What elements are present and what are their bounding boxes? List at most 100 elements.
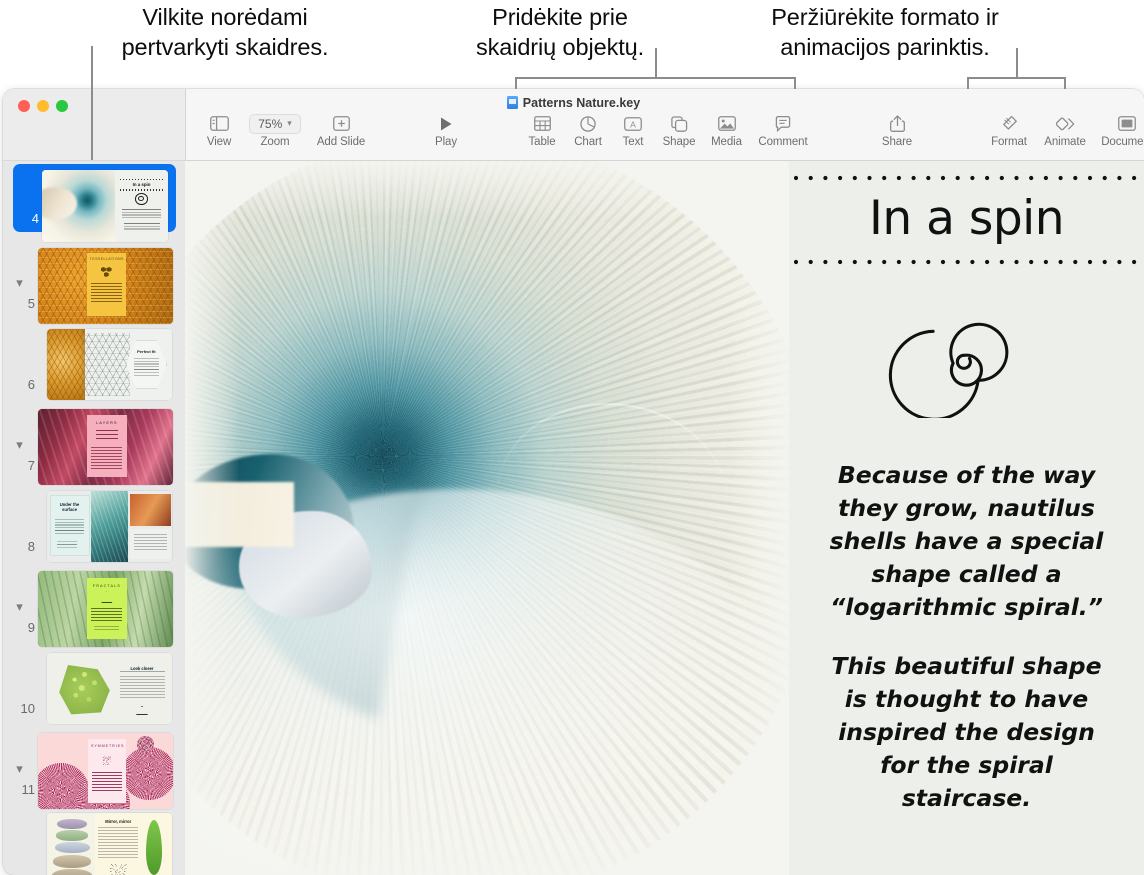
slide-number: 5 — [27, 296, 35, 311]
callout-bracket-right-2 — [794, 77, 796, 89]
callout-bracket-right-3 — [1064, 77, 1066, 89]
toolbar-zoom-control[interactable]: 75% ▾ Zoom — [245, 111, 305, 148]
slide-number: 8 — [27, 539, 35, 554]
callout-text-format-animate: Peržiūrėkite formato ir animacijos parin… — [771, 4, 999, 60]
slide-number: 9 — [27, 620, 35, 635]
group-disclosure-chevron-icon[interactable]: ▾ — [12, 275, 27, 290]
zoom-value: 75% — [258, 116, 283, 131]
shapes-icon — [670, 114, 688, 133]
navigator-slide-5[interactable]: ▾ 5 TESSELLATIONS — [3, 243, 185, 324]
comment-bubble-icon — [775, 114, 791, 133]
slide-image-nautilus-shell[interactable] — [185, 161, 789, 875]
toolbar-button-animate[interactable]: Animate — [1036, 111, 1094, 148]
toolbar-label-comment: Comment — [758, 136, 808, 148]
slide-number: 7 — [27, 458, 35, 473]
document-title-text: Patterns Nature.key — [522, 96, 641, 110]
toolbar-label-zoom: Zoom — [260, 136, 290, 148]
slide-number: 11 — [21, 782, 36, 797]
slide-thumbnail[interactable]: Under the surface — [47, 491, 172, 562]
spiral-shape[interactable] — [887, 293, 1047, 423]
slide-thumbnail[interactable]: Look closer — [47, 653, 172, 724]
toolbar-button-text[interactable]: A Text — [611, 111, 655, 148]
toolbar-label-format: Format — [991, 136, 1027, 148]
toolbar-label-add-slide: Add Slide — [316, 136, 366, 148]
toolbar-label-media: Media — [711, 136, 742, 148]
toolbar-button-play[interactable]: Play — [425, 111, 467, 148]
toolbar-label-shape: Shape — [662, 136, 696, 148]
toolbar-button-table[interactable]: Table — [519, 111, 565, 148]
play-triangle-icon — [439, 114, 453, 133]
slide-thumbnail[interactable]: FRACTALS — [38, 571, 173, 647]
toolbar-button-chart[interactable]: Chart — [565, 111, 611, 148]
toolbar-label-animate: Animate — [1044, 136, 1086, 148]
callout-bracket-left-2 — [515, 77, 517, 89]
toolbar-button-comment[interactable]: Comment — [750, 111, 816, 148]
slide-paragraph-1: Because of the way they grow, nautilus s… — [829, 461, 1104, 621]
navigator-slide-partial[interactable]: Mirror, mirror — [3, 810, 185, 875]
slide-thumbnail[interactable]: Perfect fit — [47, 329, 172, 400]
navigator-slide-11[interactable]: ▾ 11 SYMMETRIES — [3, 729, 185, 810]
slide-canvas[interactable]: In a spin Because of the way they grow, … — [185, 161, 1144, 875]
navigator-slide-9[interactable]: ▾ 9 FRACTALS — [3, 567, 185, 648]
text-box-icon: A — [624, 114, 642, 133]
navigator-slide-4[interactable]: 4 In a spin — [3, 161, 185, 243]
svg-text:A: A — [630, 119, 636, 129]
slide-thumbnail[interactable]: In a spin — [42, 170, 168, 242]
toolbar-button-share[interactable]: Share — [874, 111, 920, 148]
navigator-slide-10[interactable]: 10 Look closer — [3, 648, 185, 729]
toolbar-button-document[interactable]: Document — [1094, 111, 1144, 148]
callout-leader-stem-2 — [655, 48, 657, 79]
toolbar-label-table: Table — [528, 136, 556, 148]
slide-number: 4 — [31, 211, 39, 226]
slide-thumbnail[interactable]: LAYERS — [38, 409, 173, 485]
toolbar-button-shape[interactable]: Shape — [655, 111, 703, 148]
toolbar-label-document: Document — [1101, 136, 1144, 148]
decorative-dotted-rule-top — [794, 175, 1137, 181]
group-disclosure-chevron-icon[interactable]: ▾ — [12, 437, 27, 452]
window-titlebar: Patterns Nature.key View 75% ▾ Zoom Add … — [3, 89, 1144, 161]
navigator-slide-6[interactable]: 6 Perfect fit — [3, 324, 185, 405]
document-title: Patterns Nature.key — [3, 96, 1144, 110]
photo-icon — [717, 114, 736, 133]
slide-text-panel[interactable]: In a spin Because of the way they grow, … — [789, 161, 1144, 875]
sidebar-icon — [209, 114, 229, 133]
chevron-down-icon: ▾ — [287, 118, 292, 128]
plus-box-icon — [332, 114, 350, 133]
slide-paragraph-2: This beautiful shape is thought to have … — [831, 652, 1102, 812]
current-slide[interactable]: In a spin Because of the way they grow, … — [185, 161, 1144, 875]
zoom-percent-popup[interactable]: 75% ▾ — [249, 113, 301, 134]
animate-diamonds-icon — [1055, 114, 1075, 133]
toolbar-label-play: Play — [435, 136, 457, 148]
toolbar-label-view: View — [206, 136, 232, 148]
navigator-slide-8[interactable]: 8 Under the surface — [3, 486, 185, 567]
toolbar-button-add-slide[interactable]: Add Slide — [305, 111, 377, 148]
pie-chart-icon — [580, 114, 596, 133]
keynote-document-icon — [506, 96, 518, 109]
toolbar-label-share: Share — [881, 136, 913, 148]
toolbar-button-format[interactable]: Format — [982, 111, 1036, 148]
slide-number: 6 — [27, 377, 35, 392]
share-up-arrow-icon — [889, 114, 905, 133]
group-disclosure-chevron-icon[interactable]: ▾ — [12, 599, 27, 614]
toolbar-button-view[interactable]: View — [193, 111, 245, 148]
slide-thumbnail[interactable]: Mirror, mirror — [47, 813, 172, 875]
paintbrush-icon — [1001, 114, 1018, 133]
callout-bracket-top-3 — [967, 77, 1066, 79]
main-toolbar: View 75% ▾ Zoom Add Slide Play Table Cha… — [185, 111, 1144, 161]
document-panel-icon — [1118, 114, 1136, 133]
callout-bracket-top-2 — [515, 77, 796, 79]
table-grid-icon — [533, 114, 551, 133]
toolbar-label-text: Text — [622, 136, 644, 148]
slide-thumbnail[interactable]: TESSELLATIONS — [38, 248, 173, 324]
slide-navigator[interactable]: 4 In a spin ▾ 5 TESSELLATIONS 6 Perfect … — [3, 161, 185, 875]
slide-title: In a spin — [869, 191, 1065, 246]
toolbar-label-chart: Chart — [574, 136, 602, 148]
callout-text-reorder-slides: Vilkite norėdami pertvarkyti skaidres. — [121, 4, 329, 60]
navigator-slide-7[interactable]: ▾ 7 LAYERS — [3, 405, 185, 486]
slide-thumbnail[interactable]: SYMMETRIES — [38, 733, 173, 809]
callout-text-add-objects: Pridėkite prie skaidrių objektų. — [475, 4, 645, 60]
callout-leader-stem-3 — [1016, 48, 1018, 79]
slide-number: 10 — [20, 701, 35, 716]
group-disclosure-chevron-icon[interactable]: ▾ — [12, 761, 27, 776]
toolbar-button-media[interactable]: Media — [703, 111, 750, 148]
